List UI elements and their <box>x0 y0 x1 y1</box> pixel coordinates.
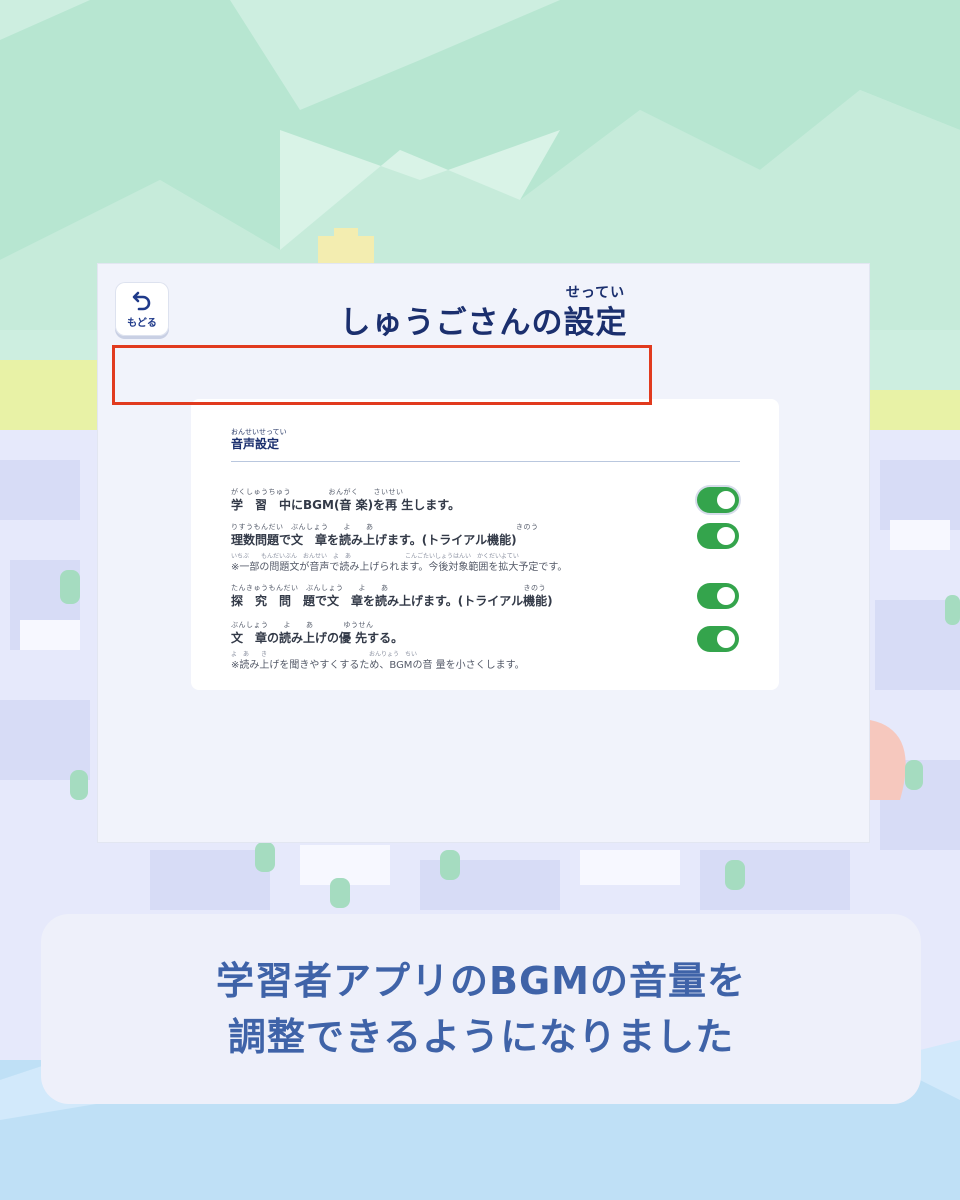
setting-note: ※読み上げを聞きやすくするため、BGMの音 量を小さくします。 <box>231 660 525 671</box>
setting-note: ※一部の問題文が音声で読み上げられます。今後対象範囲を拡大予定です。 <box>231 562 568 573</box>
highlight-frame <box>112 345 652 405</box>
caption-line-1: 学習者アプリのBGMの音量を <box>216 959 746 1003</box>
setting-ruby: がくしゅうちゅう おんがく さいせい <box>231 488 404 496</box>
bgm-toggle[interactable] <box>697 487 739 513</box>
science-reading-toggle[interactable] <box>697 523 739 549</box>
setting-row-bgm: がくしゅうちゅう おんがく さいせい 学 習 中にBGM(音 楽)を再 生します… <box>231 487 701 513</box>
reading-priority-toggle[interactable] <box>697 626 739 652</box>
setting-ruby: たんきゅうもんだい ぶんしょう よ あ きのう <box>231 584 546 592</box>
section-title: 音声設定 <box>231 437 280 451</box>
page-title-main: しゅうごさんの <box>339 305 564 341</box>
page-title-kanji: 設定 <box>563 305 628 341</box>
setting-row-inquiry-reading: たんきゅうもんだい ぶんしょう よ あ きのう 探 究 問 題で文 章を読み上げ… <box>231 583 701 609</box>
caption-line-2: 調整できるようになりました <box>227 1015 735 1059</box>
setting-ruby: りすうもんだい ぶんしょう よ あ きのう <box>231 523 539 531</box>
inquiry-reading-toggle[interactable] <box>697 583 739 609</box>
section-divider <box>231 461 740 462</box>
setting-label: 学 習 中にBGM(音 楽)を再 生します。 <box>231 498 461 512</box>
setting-label: 探 究 問 題で文 章を読み上げます。(トライアル機能) <box>231 594 553 608</box>
setting-ruby: ぶんしょう よ あ ゆうせん <box>231 621 374 629</box>
audio-settings-card: おんせいせってい 音声設定 がくしゅうちゅう おんがく さいせい 学 習 中にB… <box>191 399 779 690</box>
setting-row-reading-priority: ぶんしょう よ あ ゆうせん 文 章の読み上げの優 先する。 よ あ き おんり… <box>231 620 701 671</box>
setting-note-ruby: いちぶ もんだいぶん おんせい よ あ こんごたいしょうはんい かくだいよてい <box>231 553 519 560</box>
setting-label: 理数問題で文 章を読み上げます。(トライアル機能) <box>231 533 517 547</box>
setting-row-science-reading: りすうもんだい ぶんしょう よ あ きのう 理数問題で文 章を読み上げます。(ト… <box>231 522 701 573</box>
page-title-ruby: せってい <box>565 285 626 301</box>
caption-box: 学習者アプリのBGMの音量を 調整できるようになりました <box>41 914 921 1104</box>
setting-note-ruby: よ あ き おんりょう ちい <box>231 651 418 658</box>
setting-label: 文 章の読み上げの優 先する。 <box>231 631 404 645</box>
page-title: しゅうごさんの せってい設定 <box>98 286 869 341</box>
